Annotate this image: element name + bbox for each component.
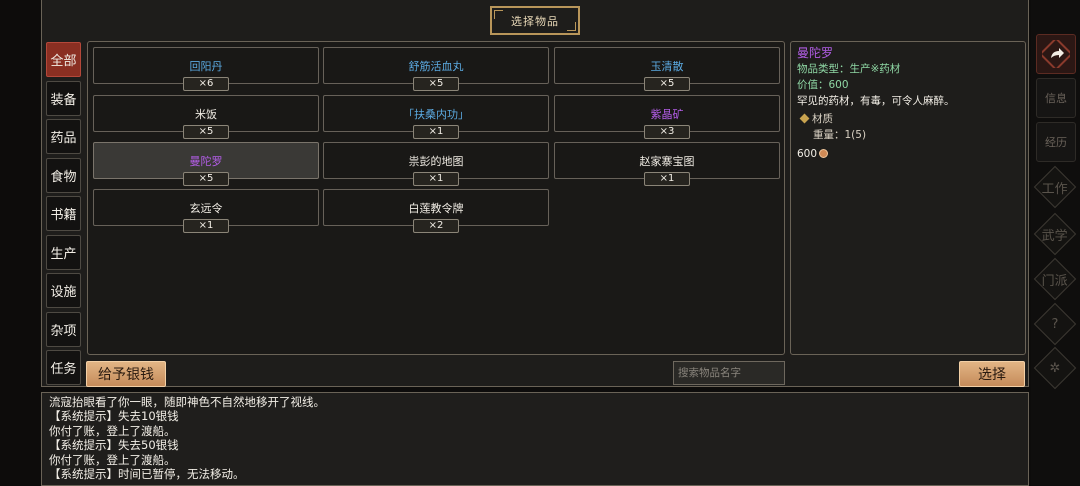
item-slot[interactable]: 米饭 ×5 — [93, 95, 319, 139]
panel-title: 选择物品 — [511, 14, 559, 28]
tab-facilities[interactable]: 设施 — [46, 273, 81, 308]
item-slot[interactable]: 「扶桑内功」 ×1 — [323, 95, 549, 139]
gear-icon: ✲ — [1049, 360, 1061, 376]
item-name: 舒筋活血丸 — [408, 60, 464, 73]
sect-label: 门派 — [1041, 273, 1069, 289]
item-grid: 回阳丹 ×6 舒筋活血丸 ×5 玉清散 ×5 米饭 ×5 「扶桑内功」 ×1 紫… — [87, 41, 785, 355]
item-name: 「扶桑内功」 — [403, 108, 469, 121]
tab-food[interactable]: 食物 — [46, 158, 81, 193]
item-slot[interactable]: 玄远令 ×1 — [93, 189, 319, 233]
item-name: 米饭 — [195, 108, 217, 121]
item-quantity-badge: ×5 — [644, 77, 690, 91]
share-arrow-icon — [1042, 40, 1070, 68]
martial-label: 武学 — [1041, 228, 1069, 244]
item-quantity-badge: ×1 — [413, 125, 459, 139]
tab-equipment[interactable]: 装备 — [46, 81, 81, 116]
log-line: 流寇抬眼看了你一眼，随即神色不自然地移开了视线。 — [49, 395, 325, 409]
tab-medicine[interactable]: 药品 — [46, 119, 81, 154]
detail-item-description: 罕见的药材，有毒，可令人麻醉。 — [797, 95, 955, 107]
log-line: 你付了账，登上了渡船。 — [49, 452, 176, 467]
coin-icon — [819, 149, 829, 158]
item-name: 祟彭的地图 — [408, 155, 464, 168]
history-button[interactable]: 经历 — [1036, 122, 1076, 162]
tab-books[interactable]: 书籍 — [46, 196, 81, 231]
item-name: 玉清散 — [650, 60, 684, 73]
item-name: 玄远令 — [189, 202, 223, 215]
detail-section-title: 材质 — [812, 113, 833, 125]
detail-item-value: 价值：600 — [797, 79, 849, 91]
log-line: 【系统提示】失去10银钱 — [49, 409, 179, 424]
detail-item-type: 物品类型：生产※药材 — [797, 63, 901, 75]
diamond-bullet-icon — [799, 113, 810, 124]
tab-quest[interactable]: 任务 — [46, 350, 81, 385]
detail-material-section: 材质 — [797, 111, 1019, 127]
work-label: 工作 — [1041, 181, 1069, 197]
item-name: 白莲教令牌 — [408, 202, 464, 215]
item-quantity-badge: ×5 — [183, 125, 229, 139]
log-line: 你付了账，登上了渡船。 — [49, 423, 176, 438]
item-name: 回阳丹 — [189, 60, 223, 73]
item-slot[interactable]: 祟彭的地图 ×1 — [323, 142, 549, 186]
item-name: 赵家寨宝图 — [639, 155, 695, 168]
item-slot[interactable]: 紫晶矿 ×3 — [554, 95, 780, 139]
item-slot[interactable]: 玉清散 ×5 — [554, 47, 780, 91]
detail-item-name: 曼陀罗 — [797, 46, 834, 60]
item-quantity-badge: ×1 — [413, 172, 459, 186]
tab-all[interactable]: 全部 — [46, 42, 81, 77]
detail-price: 600 — [797, 146, 1019, 162]
item-quantity-badge: ×6 — [183, 77, 229, 91]
help-icon: ? — [1051, 316, 1059, 332]
tab-misc[interactable]: 杂项 — [46, 312, 81, 347]
item-slot-selected[interactable]: 曼陀罗 ×5 — [93, 142, 319, 186]
share-arrow-button[interactable] — [1036, 34, 1076, 74]
item-quantity-badge: ×1 — [183, 219, 229, 233]
log-line: 【系统提示】时间已暂停，无法移动。 — [49, 467, 245, 482]
give-money-button[interactable]: 给予银钱 — [86, 361, 166, 387]
log-line: 【系统提示】失去50银钱 — [49, 438, 179, 453]
message-log: 流寇抬眼看了你一眼，随即神色不自然地移开了视线。 【系统提示】失去10银钱 你付… — [41, 392, 1029, 486]
detail-price-value: 600 — [797, 148, 818, 160]
item-quantity-badge: ×2 — [413, 219, 459, 233]
tab-production[interactable]: 生产 — [46, 235, 81, 270]
item-name: 紫晶矿 — [650, 108, 684, 121]
item-quantity-badge: ×5 — [183, 172, 229, 186]
item-slot[interactable]: 舒筋活血丸 ×5 — [323, 47, 549, 91]
item-quantity-badge: ×5 — [413, 77, 459, 91]
item-name: 曼陀罗 — [189, 155, 223, 168]
select-button[interactable]: 选择 — [959, 361, 1025, 387]
detail-weight: 重量：1(5) — [813, 129, 867, 141]
item-slot[interactable]: 白莲教令牌 ×2 — [323, 189, 549, 233]
item-detail-panel: 曼陀罗 物品类型：生产※药材 价值：600 罕见的药材，有毒，可令人麻醉。 材质… — [790, 41, 1026, 355]
item-slot[interactable]: 回阳丹 ×6 — [93, 47, 319, 91]
item-quantity-badge: ×1 — [644, 172, 690, 186]
search-input[interactable] — [673, 361, 785, 385]
panel-title-frame: 选择物品 — [490, 6, 580, 35]
item-slot[interactable]: 赵家寨宝图 ×1 — [554, 142, 780, 186]
item-quantity-badge: ×3 — [644, 125, 690, 139]
info-button[interactable]: 信息 — [1036, 78, 1076, 118]
